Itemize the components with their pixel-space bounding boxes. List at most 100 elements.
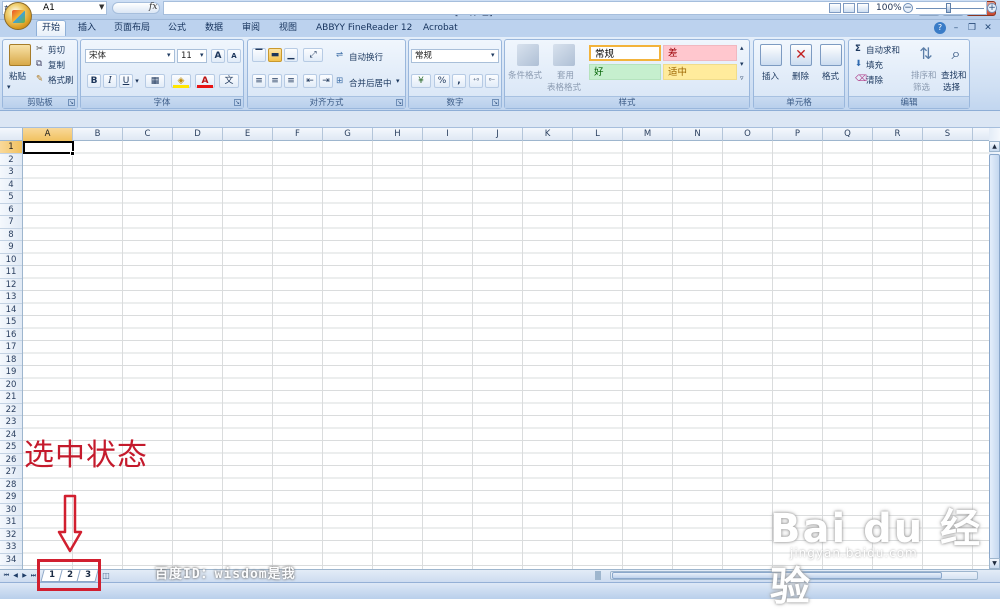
column-header-p[interactable]: P (773, 128, 823, 141)
column-header-e[interactable]: E (223, 128, 273, 141)
row-header-3[interactable]: 3 (0, 166, 22, 179)
row-header-4[interactable]: 4 (0, 179, 22, 191)
tab-home[interactable]: 开始 (36, 20, 67, 36)
column-header-a[interactable]: A (23, 128, 73, 141)
number-format-dropdown-icon[interactable]: ▾ (491, 51, 495, 59)
help-icon[interactable]: ? (934, 22, 946, 34)
conditional-format-button[interactable]: 条件格式 (508, 69, 542, 81)
bold-button[interactable]: B (87, 74, 101, 88)
format-painter-button[interactable]: 格式刷 (48, 74, 74, 86)
fill-handle[interactable] (70, 151, 75, 156)
insert-function-icon[interactable]: fx (149, 2, 157, 12)
tab-page-layout[interactable]: 页面布局 (109, 21, 155, 37)
number-format-select[interactable]: 常规 (411, 49, 499, 63)
fill-icon[interactable]: ⬇ (855, 59, 862, 69)
row-header-28[interactable]: 28 (0, 479, 22, 491)
clear-button[interactable]: 清除 (866, 74, 883, 86)
cut-icon[interactable]: ✂ (36, 44, 43, 54)
select-all-corner[interactable] (0, 128, 23, 141)
find-select-button-line2[interactable]: 选择 (943, 81, 960, 93)
row-header-29[interactable]: 29 (0, 491, 22, 504)
row-header-24[interactable]: 24 (0, 429, 22, 441)
borders-icon[interactable]: ▦ (145, 74, 165, 88)
phonetic-icon[interactable]: 文 (219, 74, 239, 88)
column-header-k[interactable]: K (523, 128, 573, 141)
column-header-l[interactable]: L (573, 128, 623, 141)
row-header-1[interactable]: 1 (0, 141, 22, 154)
style-bad[interactable]: 差 (663, 45, 737, 61)
office-button[interactable] (4, 2, 32, 30)
name-box-dropdown-icon[interactable]: ▼ (99, 3, 104, 11)
row-header-32[interactable]: 32 (0, 529, 22, 541)
row-header-9[interactable]: 9 (0, 241, 22, 254)
tab-acrobat[interactable]: Acrobat (418, 21, 463, 37)
underline-button[interactable]: U (119, 74, 133, 88)
wrap-text-button[interactable]: 自动换行 (349, 51, 383, 63)
merge-dropdown-icon[interactable]: ▾ (396, 77, 400, 85)
align-bottom-icon[interactable]: ▁ (284, 48, 298, 62)
column-header-c[interactable]: C (123, 128, 173, 141)
zoom-slider-thumb[interactable] (946, 3, 951, 13)
align-right-icon[interactable]: ≡ (284, 74, 298, 88)
zoom-level[interactable]: 100% (876, 3, 902, 13)
increase-indent-icon[interactable]: ⇥ (319, 74, 333, 88)
row-header-33[interactable]: 33 (0, 541, 22, 554)
clipboard-launcher-icon[interactable]: ↘ (68, 99, 75, 106)
prev-sheet-icon[interactable]: ◀ (11, 571, 20, 581)
paste-dropdown-icon[interactable]: ▾ (7, 83, 11, 91)
zoom-out-icon[interactable]: − (903, 3, 913, 13)
restore-workbook-icon[interactable]: ❐ (966, 22, 978, 34)
grow-font-button[interactable]: A (211, 49, 225, 63)
copy-icon[interactable]: ⧉ (36, 59, 42, 69)
increase-decimal-icon[interactable]: ⁺⁰ (469, 74, 483, 88)
merge-center-button[interactable]: 合并后居中 (349, 77, 392, 89)
percent-button[interactable]: % (434, 74, 450, 88)
delete-cells-button[interactable]: 删除 (792, 70, 809, 82)
underline-dropdown-icon[interactable]: ▾ (133, 74, 141, 88)
row-header-14[interactable]: 14 (0, 304, 22, 316)
orientation-icon[interactable]: ⤢ (303, 48, 323, 62)
row-header-19[interactable]: 19 (0, 366, 22, 379)
styles-scroll-up-icon[interactable]: ▴ (740, 44, 744, 52)
format-painter-icon[interactable]: ✎ (36, 74, 43, 84)
row-header-15[interactable]: 15 (0, 316, 22, 329)
row-header-13[interactable]: 13 (0, 291, 22, 304)
row-header-11[interactable]: 11 (0, 266, 22, 279)
paste-button[interactable]: 粘贴 (9, 70, 26, 82)
row-header-31[interactable]: 31 (0, 516, 22, 529)
number-launcher-icon[interactable]: ↘ (492, 99, 499, 106)
page-layout-view-icon[interactable] (843, 3, 855, 13)
font-launcher-icon[interactable]: ↘ (234, 99, 241, 106)
row-header-16[interactable]: 16 (0, 329, 22, 341)
tab-view[interactable]: 视图 (274, 21, 302, 37)
row-header-8[interactable]: 8 (0, 229, 22, 241)
currency-icon[interactable]: ¥ (411, 74, 431, 88)
sort-filter-button-line1[interactable]: 排序和 (911, 69, 937, 81)
row-header-10[interactable]: 10 (0, 254, 22, 266)
align-center-icon[interactable]: ≡ (268, 74, 282, 88)
insert-cells-button[interactable]: 插入 (762, 70, 779, 82)
table-format-button-line2[interactable]: 表格格式 (547, 81, 581, 93)
row-header-34[interactable]: 34 (0, 554, 22, 566)
close-workbook-icon[interactable]: ✕ (982, 22, 994, 34)
find-select-button-line1[interactable]: 查找和 (941, 69, 967, 81)
font-name-dropdown-icon[interactable]: ▾ (167, 51, 171, 59)
row-header-6[interactable]: 6 (0, 204, 22, 216)
style-normal[interactable]: 常规 (589, 45, 661, 61)
conditional-format-icon[interactable] (517, 44, 539, 66)
column-header-s[interactable]: S (923, 128, 973, 141)
autosum-button[interactable]: 自动求和 (866, 44, 900, 56)
paste-icon[interactable] (9, 44, 31, 66)
align-left-icon[interactable]: ≡ (252, 74, 266, 88)
tab-review[interactable]: 审阅 (237, 21, 265, 37)
row-header-12[interactable]: 12 (0, 279, 22, 291)
column-header-f[interactable]: F (273, 128, 323, 141)
sort-filter-icon[interactable]: ⇅ (915, 44, 937, 66)
scroll-up-icon[interactable]: ▲ (989, 141, 1000, 152)
zoom-in-icon[interactable]: + (987, 3, 997, 13)
cut-button[interactable]: 剪切 (48, 44, 65, 56)
normal-view-icon[interactable] (829, 3, 841, 13)
font-size-dropdown-icon[interactable]: ▾ (200, 51, 204, 59)
row-header-2[interactable]: 2 (0, 154, 22, 166)
row-header-22[interactable]: 22 (0, 404, 22, 416)
